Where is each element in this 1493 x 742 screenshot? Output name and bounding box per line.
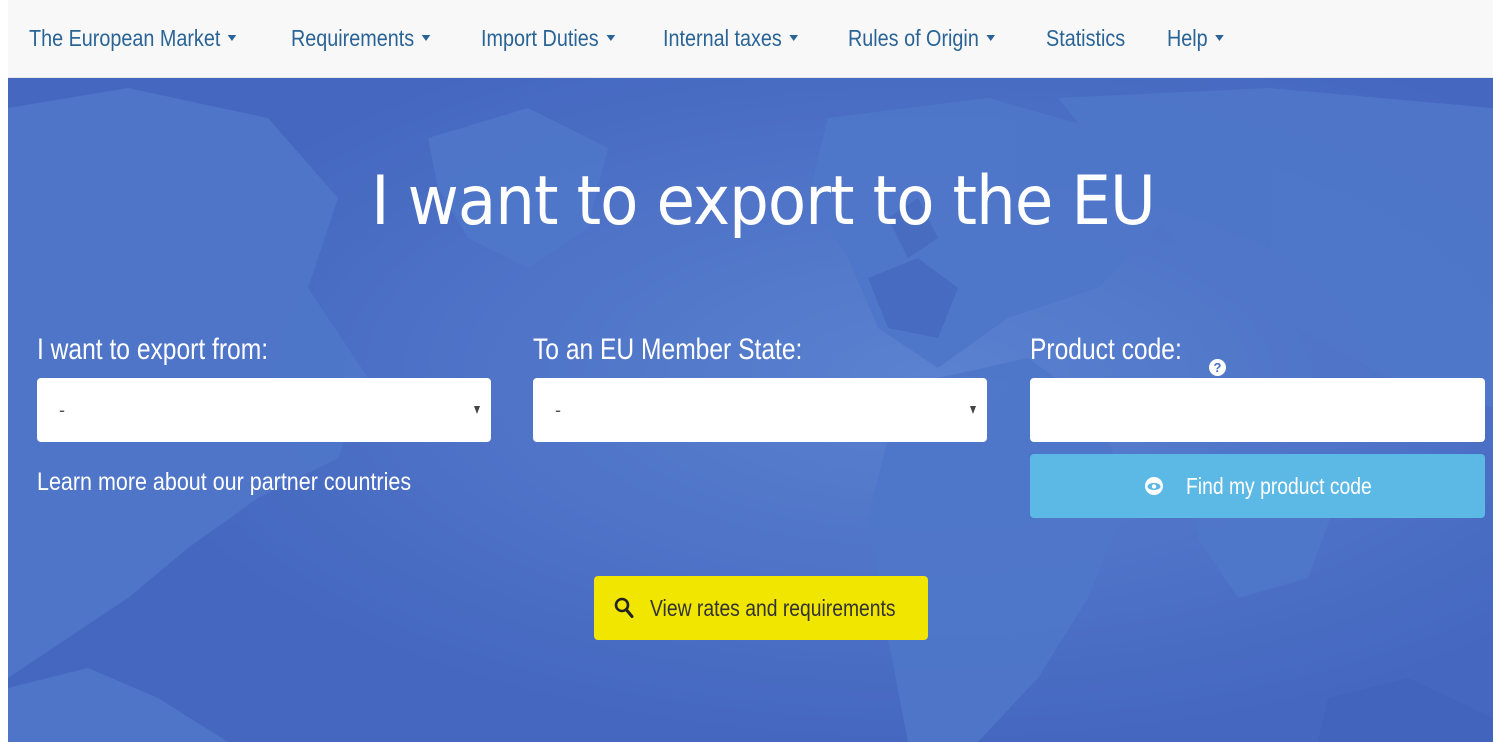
partner-countries-link[interactable]: Learn more about our partner countries <box>37 466 411 498</box>
nav-item-label: The European Market <box>29 25 221 51</box>
find-product-code-label: Find my product code <box>1186 473 1372 499</box>
question-circle-icon[interactable]: ? <box>1209 359 1226 376</box>
top-navigation-bar: The European Market Requirements Import … <box>8 0 1493 78</box>
nav-item-label: Requirements <box>291 25 415 51</box>
nav-item-european-market[interactable]: The European Market <box>29 23 237 53</box>
member-state-select-value: - <box>555 400 561 420</box>
view-rates-button[interactable]: View rates and requirements <box>594 576 928 640</box>
caret-down-icon <box>606 34 615 41</box>
nav-item-label: Internal taxes <box>663 25 782 51</box>
view-rates-label: View rates and requirements <box>650 595 896 621</box>
select-arrow-icon <box>970 406 976 414</box>
page: The European Market Requirements Import … <box>0 0 1493 742</box>
product-code-input[interactable] <box>1030 378 1485 442</box>
caret-down-icon <box>228 34 237 41</box>
nav-item-help[interactable]: Help <box>1167 23 1225 53</box>
product-code-label: Product code: <box>1030 333 1182 366</box>
member-state-select[interactable]: - <box>533 378 987 442</box>
nav-item-requirements[interactable]: Requirements <box>291 23 431 53</box>
caret-down-icon <box>1215 34 1225 41</box>
nav-item-import-duties[interactable]: Import Duties <box>481 23 615 53</box>
find-product-code-button[interactable]: Find my product code <box>1030 454 1485 518</box>
nav-item-label: Help <box>1167 25 1208 51</box>
page-title: I want to export to the EU <box>371 162 1156 241</box>
export-from-select[interactable]: - <box>37 378 491 442</box>
member-state-label: To an EU Member State: <box>533 333 803 366</box>
select-arrow-icon <box>474 406 480 414</box>
nav-item-label: Rules of Origin <box>848 25 979 51</box>
page-left-edge <box>0 0 8 742</box>
export-from-label: I want to export from: <box>37 333 269 366</box>
nav-item-rules-of-origin[interactable]: Rules of Origin <box>848 23 996 53</box>
caret-down-icon <box>421 34 431 41</box>
eye-icon <box>1145 477 1163 495</box>
caret-down-icon <box>986 34 996 41</box>
nav-item-label: Statistics <box>1046 25 1126 51</box>
nav-item-label: Import Duties <box>481 25 599 51</box>
nav-item-internal-taxes[interactable]: Internal taxes <box>663 23 799 53</box>
export-from-select-value: - <box>59 400 65 420</box>
caret-down-icon <box>789 34 799 41</box>
search-icon <box>614 597 634 618</box>
hero-section: I want to export to the EU I want to exp… <box>8 78 1493 742</box>
nav-item-statistics[interactable]: Statistics <box>1046 23 1125 53</box>
